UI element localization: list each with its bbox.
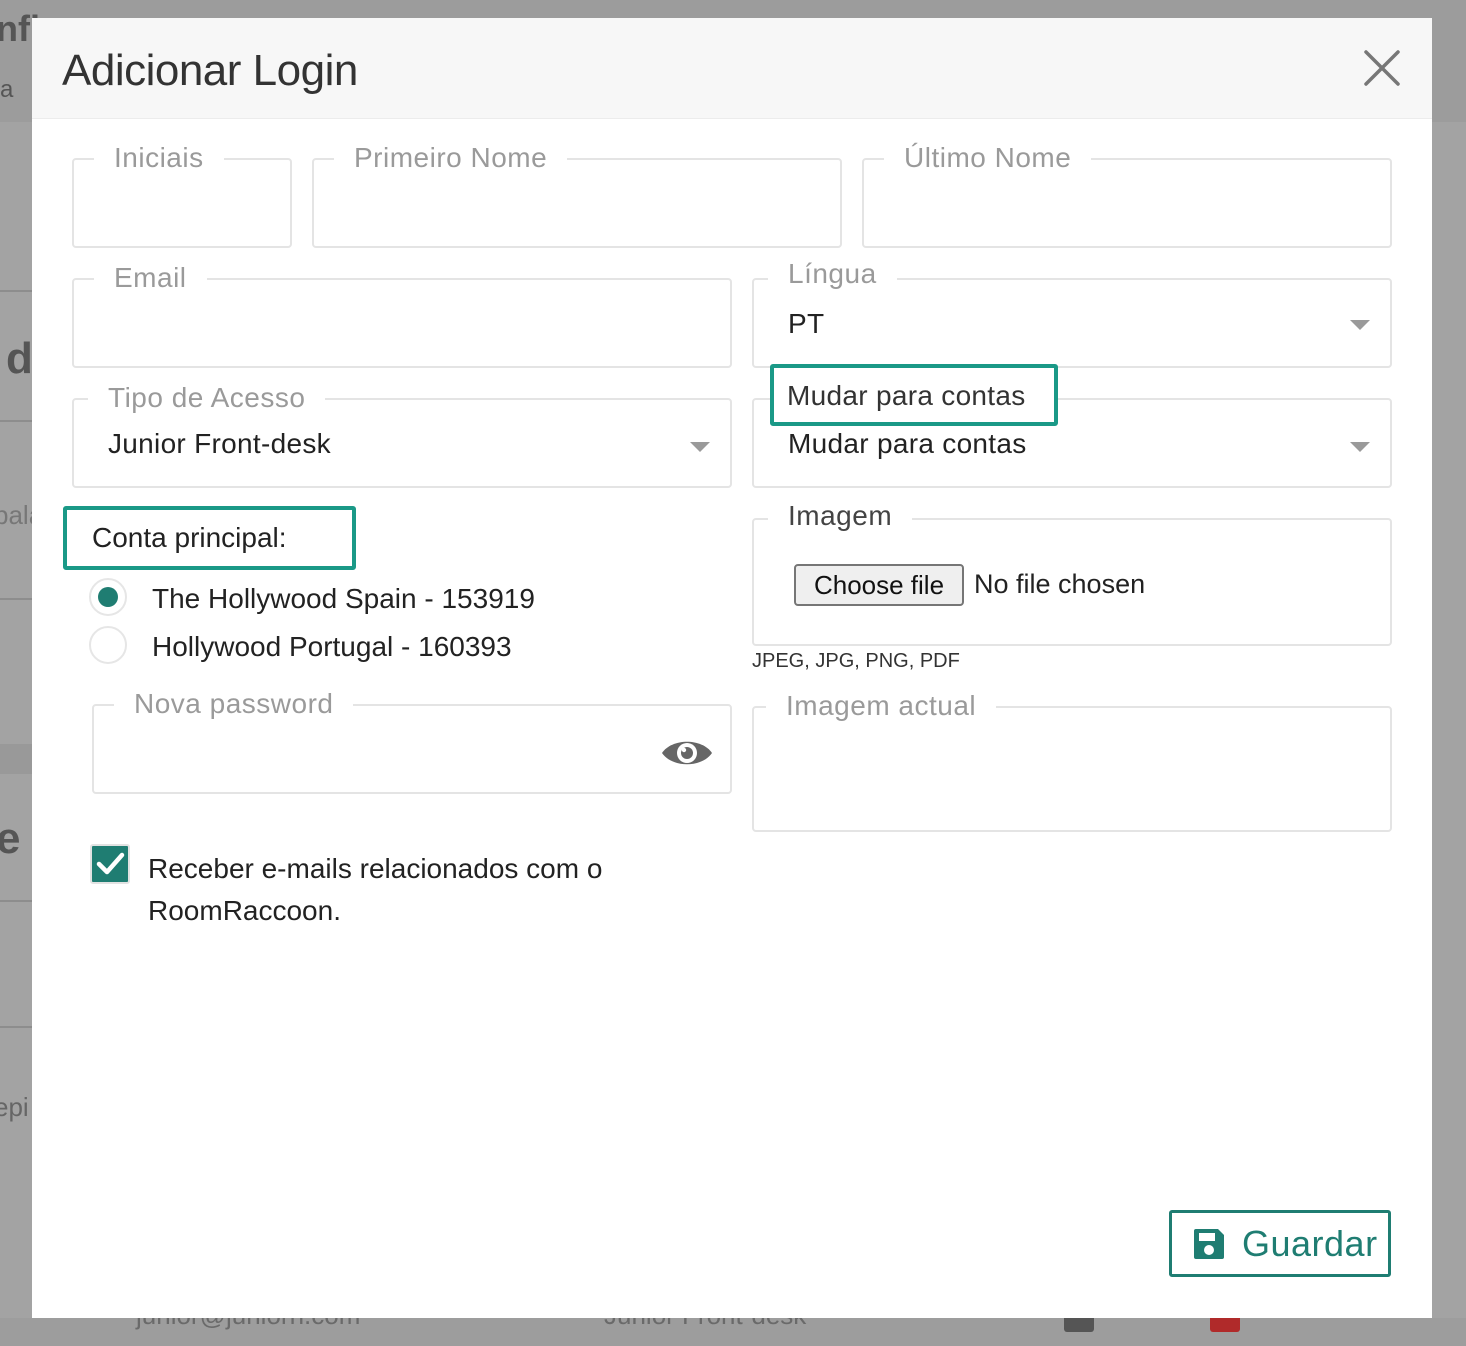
radio-hollywood-portugal[interactable] [89, 626, 127, 664]
main-account-label-highlight: Conta principal: [63, 506, 356, 570]
language-label: Língua [768, 256, 897, 292]
background-fragment: a [0, 76, 14, 103]
save-button[interactable]: Guardar [1169, 1210, 1391, 1277]
choose-file-button[interactable]: Choose file [794, 564, 964, 606]
save-button-label: Guardar [1242, 1223, 1378, 1264]
radio-label-hollywood-portugal: Hollywood Portugal - 160393 [152, 631, 512, 662]
background-fragment: epi [0, 1092, 29, 1122]
current-image-field: Imagem actual [752, 688, 1392, 832]
main-account-label: Conta principal: [92, 522, 287, 553]
email-label: Email [94, 260, 207, 296]
close-icon[interactable] [1360, 46, 1404, 90]
first-name-field[interactable]: Primeiro Nome [312, 140, 842, 248]
language-select[interactable]: Língua PT [752, 256, 1392, 368]
floppy-disk-icon [1192, 1227, 1226, 1261]
access-type-value: Junior Front-desk [108, 428, 331, 459]
background-divider [0, 1026, 32, 1028]
new-password-label: Nova password [114, 686, 354, 722]
access-type-label: Tipo de Acesso [88, 380, 326, 416]
email-field[interactable]: Email [72, 260, 732, 368]
access-type-select[interactable]: Tipo de Acesso Junior Front-desk [72, 380, 732, 488]
switch-accounts-label-highlight: Mudar para contas [770, 364, 1058, 426]
receive-emails-checkbox[interactable] [90, 844, 130, 884]
background-divider [0, 900, 32, 902]
switch-accounts-value: Mudar para contas [788, 428, 1027, 459]
initials-field[interactable]: Iniciais [72, 140, 292, 248]
background-fragment: e [0, 814, 21, 863]
file-status: No file chosen [974, 569, 1146, 599]
chevron-down-icon [1350, 442, 1370, 452]
eye-icon[interactable] [660, 736, 714, 770]
last-name-field[interactable]: Último Nome [862, 140, 1392, 248]
image-label: Imagem [768, 498, 913, 534]
background-divider [0, 598, 32, 600]
radio-hollywood-spain[interactable] [89, 578, 127, 616]
background-divider [0, 744, 32, 774]
chevron-down-icon [1350, 320, 1370, 330]
file-types-hint: JPEG, JPG, PNG, PDF [752, 650, 960, 672]
receive-emails-label: Receber e-mails relacionados com o RoomR… [148, 853, 603, 926]
switch-accounts-label: Mudar para contas [787, 380, 1026, 411]
language-value: PT [788, 308, 825, 339]
initials-label: Iniciais [94, 140, 224, 176]
new-password-field[interactable]: Nova password [92, 686, 732, 794]
background-divider [0, 420, 32, 422]
chevron-down-icon [690, 442, 710, 452]
first-name-label: Primeiro Nome [334, 140, 568, 176]
add-login-modal: Adicionar Login Iniciais Primeiro Nome Ú… [32, 18, 1432, 1318]
radio-label-hollywood-spain: The Hollywood Spain - 153919 [152, 583, 535, 614]
background-fragment: d [6, 334, 33, 383]
last-name-label: Último Nome [884, 140, 1092, 176]
background-divider [0, 290, 32, 292]
modal-header: Adicionar Login [32, 18, 1432, 119]
modal-title: Adicionar Login [62, 46, 358, 95]
current-image-label: Imagem actual [766, 688, 997, 724]
